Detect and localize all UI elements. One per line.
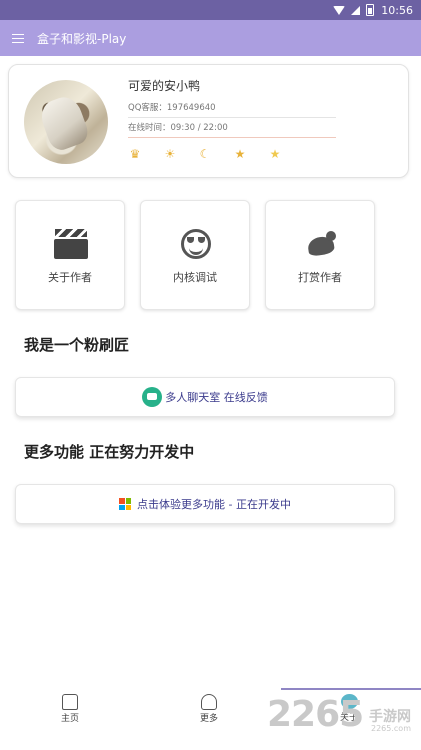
section-title: 我是一个粉刷匠 xyxy=(24,336,130,354)
wifi-icon xyxy=(333,5,346,15)
nav-label: 主页 xyxy=(60,714,79,724)
qq-support: QQ客服：197649640 xyxy=(128,101,336,118)
star-outline-icon: ★ xyxy=(269,147,281,161)
avatar[interactable] xyxy=(24,80,108,164)
chat-icon xyxy=(142,387,163,407)
app-title: 盒子和影视-Play xyxy=(37,31,127,46)
nav-label: 更多 xyxy=(199,714,218,724)
about-icon xyxy=(340,694,358,709)
more-icon xyxy=(201,694,217,710)
status-bar: 10:56 xyxy=(0,0,421,20)
sunglasses-smiley-icon xyxy=(179,229,213,259)
status-time: 10:56 xyxy=(381,3,413,17)
app-bar: 盒子和影视-Play xyxy=(0,20,421,56)
moon-icon: ☾ xyxy=(199,147,211,161)
active-tab-indicator xyxy=(281,688,421,690)
donate-author-tile[interactable]: 打赏作者 xyxy=(265,200,375,310)
sun-icon: ☀ xyxy=(164,147,176,161)
chat-room-button[interactable]: 多人聊天室 在线反馈 xyxy=(15,377,395,417)
bottom-nav: 主页 更多 关于 xyxy=(0,688,421,750)
kernel-debug-tile[interactable]: 内核调试 xyxy=(140,200,250,310)
badge-row: ♛ ☀ ☾ ★ ★ xyxy=(128,147,303,161)
section-title-more: 更多功能 正在努力开发中 xyxy=(24,443,195,461)
tile-label: 内核调试 xyxy=(173,271,217,284)
signal-icon xyxy=(351,5,361,15)
battery-icon xyxy=(366,4,375,16)
more-features-button[interactable]: 点击体验更多功能 - 正在开发中 xyxy=(15,484,395,524)
tile-label: 关于作者 xyxy=(48,271,92,284)
windows-logo-icon xyxy=(119,498,132,510)
tile-label: 打赏作者 xyxy=(298,271,342,284)
home-icon xyxy=(62,694,78,710)
twitter-bird-icon xyxy=(304,229,338,259)
profile-card: 可爱的安小鸭 QQ客服：197649640 在线时间：09:30 / 22:00… xyxy=(8,64,409,178)
online-time: 在线时间：09:30 / 22:00 xyxy=(128,121,336,138)
nav-item-more[interactable]: 更多 xyxy=(169,694,249,724)
profile-name: 可爱的安小鸭 xyxy=(128,79,201,93)
clapperboard-icon xyxy=(54,229,88,259)
star-icon: ★ xyxy=(234,147,246,161)
nav-label: 关于 xyxy=(339,713,358,723)
chat-room-label: 多人聊天室 在线反馈 xyxy=(165,391,268,404)
crown-icon: ♛ xyxy=(129,147,141,161)
about-author-tile[interactable]: 关于作者 xyxy=(15,200,125,310)
nav-item-home[interactable]: 主页 xyxy=(30,694,110,724)
hamburger-menu-icon[interactable] xyxy=(12,33,24,44)
more-features-label: 点击体验更多功能 - 正在开发中 xyxy=(137,498,291,511)
nav-item-about[interactable]: 关于 xyxy=(309,694,389,723)
